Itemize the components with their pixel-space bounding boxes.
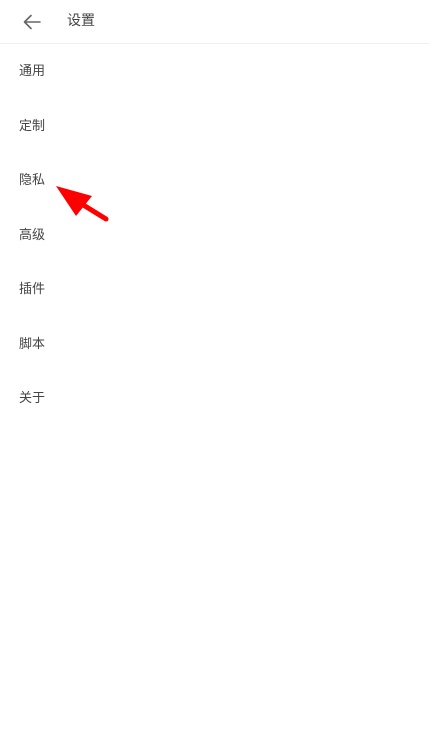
menu-item-label: 通用 — [19, 64, 46, 80]
arrow-left-icon — [23, 14, 41, 30]
menu-item-about[interactable]: 关于 — [0, 372, 429, 427]
top-app-bar: 设置 — [0, 0, 429, 44]
back-button[interactable] — [16, 6, 48, 38]
menu-item-label: 脚本 — [19, 336, 46, 352]
menu-item-label: 关于 — [19, 391, 46, 407]
menu-item-privacy[interactable]: 隐私 — [0, 154, 429, 209]
menu-item-label: 定制 — [19, 118, 46, 134]
page-title: 设置 — [67, 13, 95, 29]
menu-item-advanced[interactable]: 高级 — [0, 209, 429, 264]
menu-item-custom[interactable]: 定制 — [0, 100, 429, 155]
menu-item-general[interactable]: 通用 — [0, 45, 429, 100]
menu-item-label: 隐私 — [19, 173, 46, 189]
menu-item-plugins[interactable]: 插件 — [0, 263, 429, 318]
menu-item-label: 高级 — [19, 227, 46, 243]
settings-menu: 通用 定制 隐私 高级 插件 脚本 关于 — [0, 45, 429, 427]
menu-item-label: 插件 — [19, 282, 46, 298]
menu-item-scripts[interactable]: 脚本 — [0, 318, 429, 373]
